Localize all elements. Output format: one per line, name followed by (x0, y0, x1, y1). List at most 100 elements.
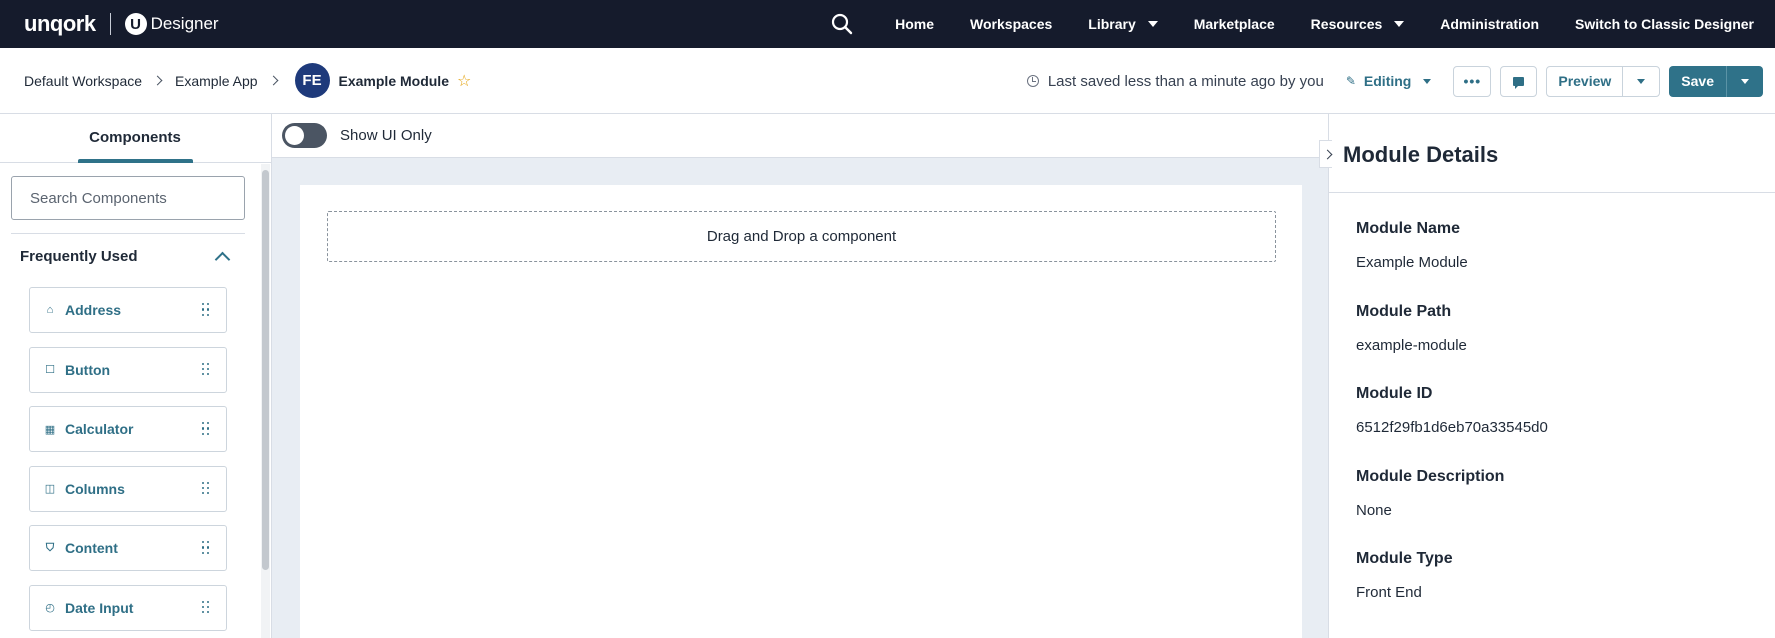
comment-icon (1513, 76, 1525, 89)
breadcrumb: Default Workspace Example App FE Example… (24, 63, 471, 98)
detail-label: Module Description (1356, 467, 1505, 485)
drag-handle-icon[interactable] (202, 541, 210, 555)
dropzone-label: Drag and Drop a component (706, 228, 897, 245)
search-icon[interactable] (831, 13, 853, 35)
module-avatar: FE (294, 63, 330, 98)
chevron-up-icon[interactable] (214, 251, 231, 268)
component-item-button[interactable]: ☐ Button (29, 346, 227, 393)
switch-classic-label: Switch to Classic Designer (1575, 16, 1754, 32)
editing-mode-label: Editing (1363, 73, 1412, 89)
component-item-date-input[interactable]: ◴ Date Input (29, 584, 227, 631)
component-list: ⌂ Address ☐ Button ▦ Calculator ◫ Columns ⛉ Conte… (29, 287, 227, 638)
component-item-content[interactable]: ⛉ Content (29, 525, 227, 571)
save-split-button: Save (1669, 65, 1763, 97)
section-divider (11, 233, 245, 234)
component-label: Content (65, 540, 118, 556)
module-details-title: Module Details (1343, 142, 1499, 167)
detail-label: Module Name (1356, 220, 1461, 237)
preview-dropdown-button[interactable] (1623, 67, 1659, 96)
component-dropzone[interactable]: Drag and Drop a component (327, 211, 1276, 262)
detail-label: Module ID (1356, 385, 1433, 402)
module-title: Example Module (338, 72, 449, 89)
components-panel: Components Frequently Used ⌂ Address ☐ Butt… (0, 114, 272, 638)
columns-icon: ◫ (44, 483, 56, 495)
switch-classic-designer-link[interactable]: Switch to Classic Designer (1557, 0, 1775, 48)
canvas-area: Show UI Only Drag and Drop a component (272, 114, 1329, 638)
save-dropdown-button[interactable] (1727, 66, 1763, 97)
show-ui-only-label: Show UI Only (340, 127, 432, 144)
component-label: Button (65, 361, 111, 378)
more-options-button[interactable]: ••• (1453, 65, 1492, 97)
detail-value: None (1356, 501, 1392, 519)
detail-label: Module Type (1356, 550, 1453, 567)
nav-administration-label: Administration (1440, 16, 1540, 32)
module-details-panel: Module Details Module Name Example Module… (1319, 114, 1775, 638)
collapse-panel-button[interactable] (1319, 140, 1332, 168)
canvas-toolbar: Show UI Only (272, 114, 1329, 158)
module-canvas: Drag and Drop a component (300, 185, 1302, 638)
detail-value: Front End (1356, 584, 1422, 601)
home-icon: ⌂ (46, 304, 54, 316)
component-item-address[interactable]: ⌂ Address (29, 287, 227, 333)
saved-status: Last saved less than a minute ago by you (1026, 72, 1324, 90)
caret-down-icon (1147, 21, 1158, 27)
comments-button[interactable] (1500, 65, 1538, 97)
editing-mode-dropdown[interactable]: ✎ Editing (1346, 73, 1432, 89)
unqork-logo: unqork (24, 11, 96, 36)
show-ui-only-toggle[interactable] (282, 123, 327, 148)
component-item-calculator[interactable]: ▦ Calculator (29, 406, 227, 452)
top-nav: unqork U Designer Home Workspaces Librar… (0, 0, 1775, 48)
active-tab-indicator (78, 159, 193, 163)
scrollbar[interactable] (261, 164, 270, 638)
nav-workspaces[interactable]: Workspaces (952, 0, 1070, 48)
caret-down-icon (1637, 78, 1646, 84)
breadcrumb-app[interactable]: Example App (175, 73, 258, 89)
save-button[interactable]: Save (1669, 65, 1727, 97)
detail-value: Example Module (1356, 254, 1468, 271)
brand[interactable]: unqork U Designer (24, 0, 219, 48)
detail-value: 6512f29fb1d6eb70a33545d0 (1356, 419, 1548, 436)
module-details-list: Module Name Example Module Module Path exam… (1356, 220, 1548, 633)
detail-value: example-module (1356, 336, 1467, 354)
html5-icon: ⛉ (45, 541, 55, 554)
component-item-columns[interactable]: ◫ Columns (29, 465, 227, 512)
component-label: Columns (65, 480, 125, 497)
toggle-knob (285, 126, 304, 145)
drag-handle-icon[interactable] (202, 481, 210, 496)
nav-home[interactable]: Home (877, 0, 952, 48)
caret-down-icon (1423, 78, 1432, 84)
square-icon: ☐ (45, 364, 55, 376)
caret-down-icon (1394, 21, 1405, 27)
panel-divider (1329, 192, 1775, 193)
nav-administration[interactable]: Administration (1422, 0, 1557, 48)
breadcrumb-workspace[interactable]: Default Workspace (24, 73, 142, 89)
scrollbar-thumb[interactable] (262, 170, 269, 570)
nav-workspaces-label: Workspaces (970, 16, 1053, 32)
saved-status-text: Last saved less than a minute ago by you (1047, 72, 1324, 90)
nav-library[interactable]: Library (1070, 0, 1175, 48)
clock-icon (1026, 75, 1039, 87)
drag-handle-icon[interactable] (202, 422, 210, 436)
calculator-icon: ▦ (44, 423, 56, 436)
nav-resources[interactable]: Resources (1293, 0, 1423, 48)
tab-components[interactable]: Components (0, 114, 272, 163)
drag-handle-icon[interactable] (202, 600, 210, 615)
chevron-right-icon (152, 75, 163, 86)
frequently-used-label: Frequently Used (20, 248, 138, 265)
drag-handle-icon[interactable] (202, 362, 210, 377)
designer-logo-icon: U (124, 13, 147, 35)
preview-split-button: Preview (1546, 65, 1661, 97)
drag-handle-icon[interactable] (202, 303, 210, 317)
nav-marketplace[interactable]: Marketplace (1176, 0, 1293, 48)
frequently-used-header[interactable]: Frequently Used (20, 248, 231, 268)
component-label: Date Input (65, 599, 134, 616)
module-header: Default Workspace Example App FE Example… (0, 48, 1775, 114)
nav-menu: Home Workspaces Library Marketplace Reso… (831, 0, 1775, 48)
star-icon[interactable]: ☆ (457, 71, 471, 91)
detail-label: Module Path (1356, 302, 1452, 320)
preview-button[interactable]: Preview (1547, 66, 1624, 96)
chevron-right-icon (1322, 149, 1332, 159)
search-components-input[interactable] (11, 176, 245, 220)
nav-resources-label: Resources (1310, 16, 1383, 32)
pencil-icon: ✎ (1345, 74, 1356, 88)
